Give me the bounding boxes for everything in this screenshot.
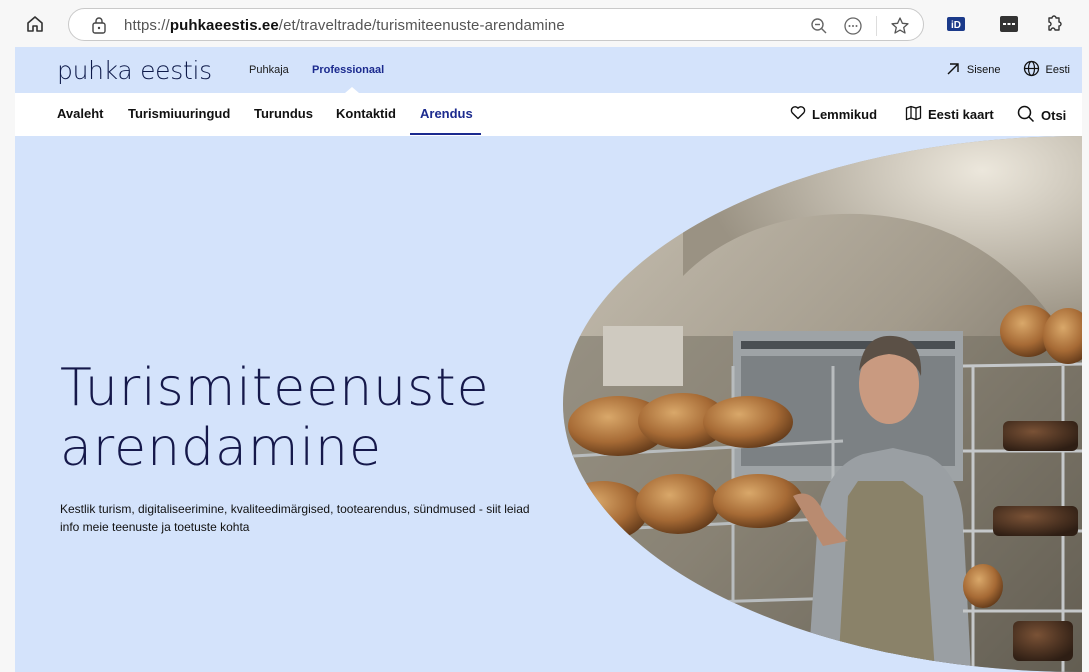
divider — [876, 16, 877, 36]
home-icon[interactable] — [24, 13, 46, 35]
hero-description: Kestlik turism, digitaliseerimine, kvali… — [60, 502, 530, 534]
map-link[interactable]: Eesti kaart — [905, 105, 994, 124]
nav-item-avaleht[interactable]: Avaleht — [57, 106, 103, 121]
favorites-label: Lemmikud — [812, 106, 878, 122]
nav-item-arendus[interactable]: Arendus — [420, 106, 473, 121]
nav-item-turismiuuringud[interactable]: Turismiuuringud — [128, 106, 230, 121]
more-icon[interactable] — [842, 15, 864, 37]
login-link[interactable]: Sisene — [967, 64, 1001, 76]
star-icon[interactable] — [889, 15, 911, 37]
search-icon — [1017, 105, 1035, 126]
svg-text:iD: iD — [951, 20, 961, 31]
page-title-line-1: Turismiteenuste — [60, 358, 490, 418]
browser-toolbar: https://puhkaeestis.ee/et/traveltrade/tu… — [0, 0, 1089, 47]
map-icon — [905, 105, 922, 124]
nav-item-kontaktid[interactable]: Kontaktid — [336, 106, 396, 121]
audience-link-puhkaja[interactable]: Puhkaja — [249, 64, 289, 76]
hero-image — [563, 136, 1082, 672]
active-nav-underline — [410, 133, 481, 135]
arrow-up-right-icon[interactable] — [945, 61, 961, 80]
id-extension-icon[interactable]: iD — [945, 13, 967, 35]
globe-icon[interactable] — [1023, 60, 1040, 80]
extension-icon[interactable] — [998, 13, 1020, 35]
map-label: Eesti kaart — [928, 107, 994, 122]
nav-item-turundus[interactable]: Turundus — [254, 106, 313, 121]
lock-icon[interactable] — [91, 16, 107, 34]
search-label: Otsi — [1041, 108, 1067, 123]
address-bar[interactable]: https://puhkaeestis.ee/et/traveltrade/tu… — [68, 8, 924, 41]
baker-with-bread-racks-photo — [563, 136, 1082, 672]
extensions-puzzle-icon[interactable] — [1043, 13, 1065, 35]
favorites-link[interactable]: Lemmikud — [790, 105, 877, 123]
heart-icon — [790, 105, 806, 123]
page-title: Turismiteenuste arendamine — [60, 358, 490, 478]
page-title-line-2: arendamine — [60, 418, 382, 478]
hero-section: Turismiteenuste arendamine Kestlik turis… — [15, 136, 1082, 672]
site-logo[interactable]: puhka eestis — [57, 56, 212, 85]
main-navigation: Avaleht Turismiuuringud Turundus Kontakt… — [15, 93, 1082, 136]
search-link[interactable]: Otsi — [1017, 105, 1066, 126]
site-top-bar: puhka eestis Puhkaja Professionaal Sisen… — [15, 47, 1082, 93]
audience-link-professionaal[interactable]: Professionaal — [312, 64, 384, 76]
zoom-out-icon[interactable] — [808, 15, 830, 37]
language-link[interactable]: Eesti — [1046, 64, 1070, 76]
url-text[interactable]: https://puhkaeestis.ee/et/traveltrade/tu… — [124, 17, 565, 34]
